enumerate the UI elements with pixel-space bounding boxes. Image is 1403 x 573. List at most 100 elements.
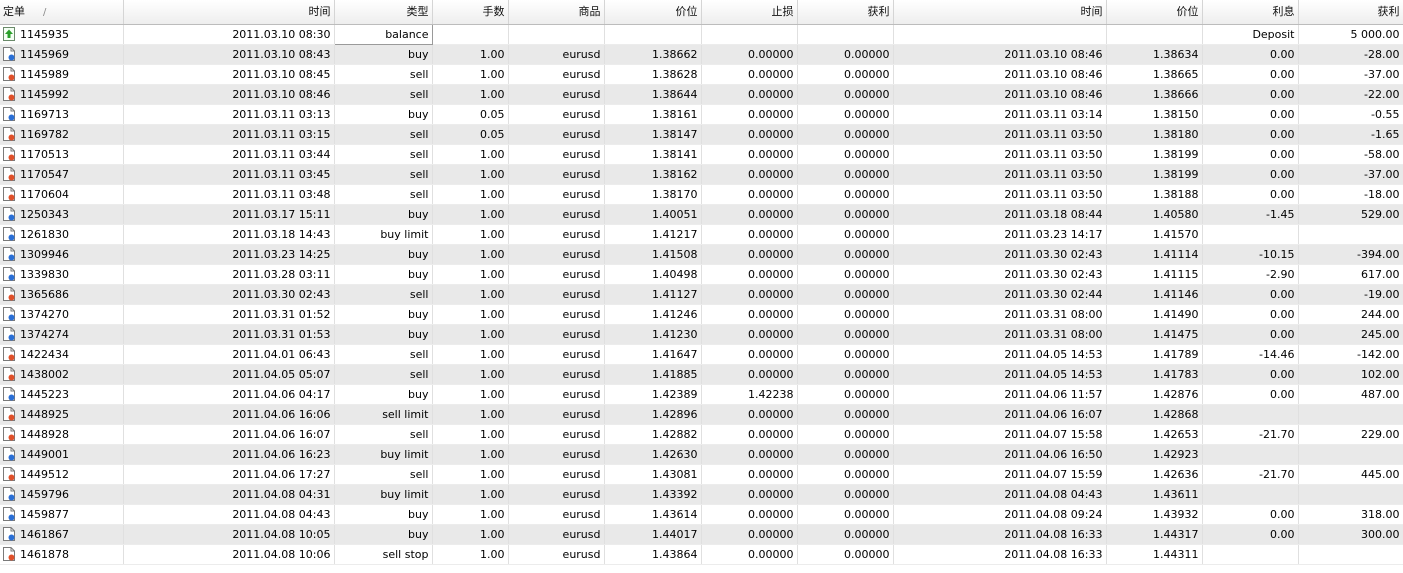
- cell-lots: 1.00: [432, 64, 509, 85]
- cell-close-time: 2011.04.08 16:33: [893, 524, 1107, 545]
- order-number: 1250343: [20, 207, 69, 221]
- order-number: 1170513: [20, 147, 69, 161]
- cell-close-time: 2011.04.05 14:53: [893, 344, 1107, 365]
- table-row[interactable]: 1374274 2011.03.31 01:53 buy 1.00 eurusd 1.41…: [0, 324, 1403, 345]
- cell-open-time: 2011.03.28 03:11: [123, 264, 335, 285]
- header-row: 定单 / 时间 类型 手数 商品 价位 止损 获利 时间 价位 利息 获利: [0, 0, 1403, 25]
- table-row[interactable]: 1448928 2011.04.06 16:07 sell 1.00 eurusd 1.4…: [0, 424, 1403, 445]
- cell-symbol: eurusd: [508, 344, 605, 365]
- cell-close-time: 2011.04.08 09:24: [893, 504, 1107, 525]
- cell-lots: 1.00: [432, 524, 509, 545]
- cell-swap: -14.46: [1202, 344, 1299, 365]
- cell-lots: 1.00: [432, 144, 509, 165]
- col-header-swap[interactable]: 利息: [1202, 0, 1299, 25]
- table-row[interactable]: 1365686 2011.03.30 02:43 sell 1.00 eurusd 1.4…: [0, 284, 1403, 305]
- table-row[interactable]: 1309946 2011.03.23 14:25 buy 1.00 eurusd 1.41…: [0, 244, 1403, 265]
- cell-profit: -18.00: [1298, 184, 1403, 205]
- table-row[interactable]: 1145992 2011.03.10 08:46 sell 1.00 eurusd 1.3…: [0, 84, 1403, 105]
- col-header-open-time[interactable]: 时间: [123, 0, 335, 25]
- table-row[interactable]: 1449001 2011.04.06 16:23 buy limit 1.00 euru…: [0, 444, 1403, 465]
- order-number: 1445223: [20, 387, 69, 401]
- order-number: 1339830: [20, 267, 69, 281]
- table-row[interactable]: 1374270 2011.03.31 01:52 buy 1.00 eurusd 1.41…: [0, 304, 1403, 325]
- buy-order-icon: [3, 46, 15, 61]
- cell-symbol: eurusd: [508, 404, 605, 425]
- cell-profit: [1298, 444, 1403, 465]
- cell-open-time: 2011.04.08 04:43: [123, 504, 335, 525]
- col-header-order[interactable]: 定单 /: [0, 0, 124, 25]
- table-row[interactable]: 1170547 2011.03.11 03:45 sell 1.00 eurusd 1.3…: [0, 164, 1403, 185]
- table-row[interactable]: 1145969 2011.03.10 08:43 buy 1.00 eurusd 1.38…: [0, 44, 1403, 65]
- balance-row[interactable]: 1145935 2011.03.10 08:30 balance Deposit…: [0, 23, 1403, 45]
- col-header-lots[interactable]: 手数: [432, 0, 509, 25]
- table-row[interactable]: 1169713 2011.03.11 03:13 buy 0.05 eurusd 1.38…: [0, 104, 1403, 125]
- cell-close-time: 2011.04.07 15:58: [893, 424, 1107, 445]
- table-row[interactable]: 1261830 2011.03.18 14:43 buy limit 1.00 euru…: [0, 224, 1403, 245]
- cell-type: buy: [334, 104, 433, 125]
- cell-take-profit: 0.00000: [797, 304, 894, 325]
- col-header-symbol[interactable]: 商品: [508, 0, 605, 25]
- cell-take-profit: 0.00000: [797, 424, 894, 445]
- cell-type: sell limit: [334, 404, 433, 425]
- table-row[interactable]: 1170513 2011.03.11 03:44 sell 1.00 eurusd 1.3…: [0, 144, 1403, 165]
- table-row[interactable]: 1449512 2011.04.06 17:27 sell 1.00 eurusd 1.4…: [0, 464, 1403, 485]
- cell-open-time: 2011.03.10 08:45: [123, 64, 335, 85]
- col-header-take-profit[interactable]: 获利: [797, 0, 894, 25]
- cell-close-time: 2011.03.10 08:46: [893, 84, 1107, 105]
- cell-profit: 445.00: [1298, 464, 1403, 485]
- col-header-close-time[interactable]: 时间: [893, 0, 1107, 25]
- col-header-profit[interactable]: 获利: [1298, 0, 1403, 25]
- buy-order-icon: [3, 506, 15, 521]
- order-number: 1309946: [20, 247, 69, 261]
- cell-open-price: 1.41647: [604, 344, 702, 365]
- col-header-open-price[interactable]: 价位: [604, 0, 702, 25]
- cell-take-profit: 0.00000: [797, 284, 894, 305]
- table-row[interactable]: 1461867 2011.04.08 10:05 buy 1.00 eurusd 1.44…: [0, 524, 1403, 545]
- table-row[interactable]: 1438002 2011.04.05 05:07 sell 1.00 eurusd 1.4…: [0, 364, 1403, 385]
- cell-stop-loss: 0.00000: [701, 304, 798, 325]
- cell-lots: 1.00: [432, 184, 509, 205]
- sell-order-icon: [3, 466, 15, 481]
- table-row[interactable]: 1145989 2011.03.10 08:45 sell 1.00 eurusd 1.3…: [0, 64, 1403, 85]
- table-row[interactable]: 1445223 2011.04.06 04:17 buy 1.00 eurusd 1.42…: [0, 384, 1403, 405]
- cell-lots: 0.05: [432, 104, 509, 125]
- order-number: 1261830: [20, 227, 69, 241]
- cell-type: buy: [334, 504, 433, 525]
- cell-swap: 0.00: [1202, 384, 1299, 405]
- table-row[interactable]: 1422434 2011.04.01 06:43 sell 1.00 eurusd 1.4…: [0, 344, 1403, 365]
- cell-swap: 0.00: [1202, 524, 1299, 545]
- cell-stop-loss: 0.00000: [701, 184, 798, 205]
- col-header-close-price[interactable]: 价位: [1106, 0, 1203, 25]
- cell-stop-loss: 0.00000: [701, 544, 798, 565]
- cell-type: sell: [334, 464, 433, 485]
- cell-symbol: eurusd: [508, 44, 605, 65]
- table-row[interactable]: 1459877 2011.04.08 04:43 buy 1.00 eurusd 1.43…: [0, 504, 1403, 525]
- balance-time: 2011.03.10 08:30: [123, 24, 335, 45]
- cell-profit: -28.00: [1298, 44, 1403, 65]
- table-row[interactable]: 1459796 2011.04.08 04:31 buy limit 1.00 euru…: [0, 484, 1403, 505]
- cell-profit: 229.00: [1298, 424, 1403, 445]
- table-row[interactable]: 1448925 2011.04.06 16:06 sell limit 1.00 eur…: [0, 404, 1403, 425]
- table-row[interactable]: 1169782 2011.03.11 03:15 sell 0.05 eurusd 1.3…: [0, 124, 1403, 145]
- balance-amount: 5 000.00: [1298, 24, 1403, 45]
- cell-symbol: eurusd: [508, 104, 605, 125]
- cell-open-time: 2011.03.18 14:43: [123, 224, 335, 245]
- cell-lots: 1.00: [432, 304, 509, 325]
- cell-stop-loss: 0.00000: [701, 364, 798, 385]
- cell-take-profit: 0.00000: [797, 484, 894, 505]
- table-row[interactable]: 1339830 2011.03.28 03:11 buy 1.00 eurusd 1.40…: [0, 264, 1403, 285]
- cell-take-profit: 0.00000: [797, 324, 894, 345]
- table-row[interactable]: 1250343 2011.03.17 15:11 buy 1.00 eurusd 1.40…: [0, 204, 1403, 225]
- cell-close-time: 2011.03.31 08:00: [893, 324, 1107, 345]
- cell-lots: 1.00: [432, 264, 509, 285]
- table-row[interactable]: 1170604 2011.03.11 03:48 sell 1.00 eurusd 1.3…: [0, 184, 1403, 205]
- cell-open-price: 1.41217: [604, 224, 702, 245]
- col-header-stop-loss[interactable]: 止损: [701, 0, 798, 25]
- table-row[interactable]: 1461878 2011.04.08 10:06 sell stop 1.00 euru…: [0, 544, 1403, 565]
- cell-lots: 1.00: [432, 444, 509, 465]
- col-header-type[interactable]: 类型: [334, 0, 433, 25]
- buy-order-icon: [3, 486, 15, 501]
- cell-profit: 529.00: [1298, 204, 1403, 225]
- buy-order-icon: [3, 386, 15, 401]
- cell-open-price: 1.38170: [604, 184, 702, 205]
